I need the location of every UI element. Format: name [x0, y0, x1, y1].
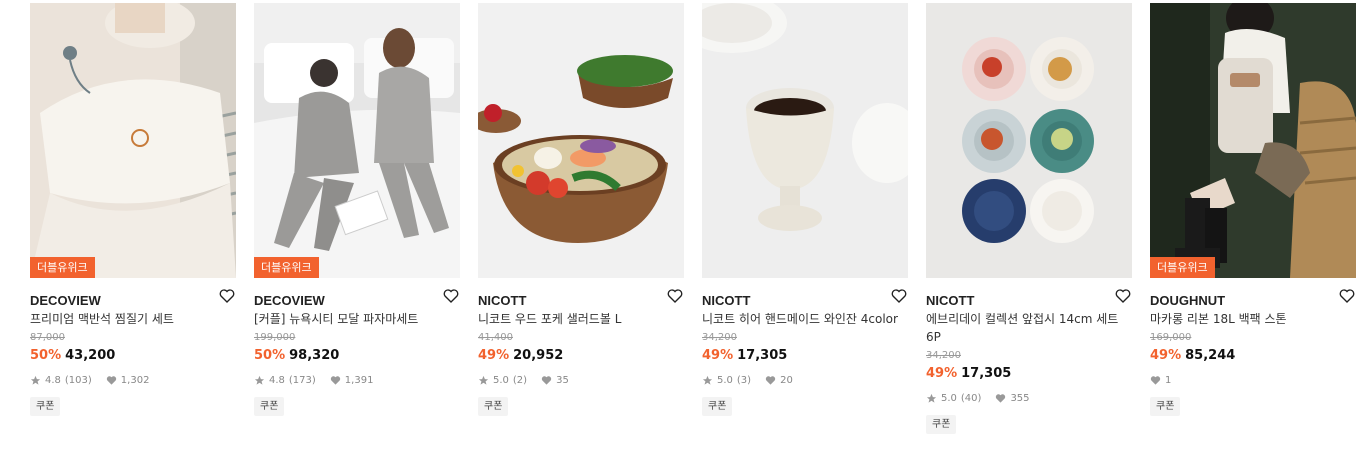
sale-price: 43,200 [65, 348, 116, 363]
product-card[interactable]: 더블유위크 DECOVIEW [커플] 뉴욕시티 모달 파자마세트 199,00… [254, 3, 460, 416]
product-card[interactable]: NICOTT 에브리데이 컬렉션 앞접시 14cm 세트 6P 34,200 4… [926, 3, 1132, 434]
brand-name[interactable]: NICOTT [926, 293, 974, 308]
heart-icon[interactable] [442, 287, 460, 305]
review-count: (103) [64, 374, 92, 386]
product-image[interactable] [478, 3, 684, 278]
like-count: 355 [1010, 392, 1030, 404]
original-price: 169,000 [1150, 332, 1192, 343]
original-price: 87,000 [30, 332, 65, 343]
like-count: 1,391 [344, 374, 374, 386]
like-count: 1,302 [120, 374, 150, 386]
sale-price: 17,305 [737, 348, 788, 363]
discount-rate: 49% [478, 348, 510, 363]
discount-rate: 50% [30, 348, 62, 363]
product-card[interactable]: NICOTT 니코트 우드 포케 샐러드볼 L 41,400 49% 20,952… [478, 3, 684, 416]
heart-icon[interactable] [890, 287, 908, 305]
heart-filled-icon [330, 375, 340, 385]
event-badge: 더블유위크 [30, 257, 95, 278]
product-grid: 더블유위크 DECOVIEW 프리미엄 맥반석 찜질기 세트 87,000 50… [0, 0, 1365, 455]
discount-rate: 50% [254, 348, 286, 363]
heart-filled-icon [765, 375, 776, 385]
product-card[interactable]: 더블유위크 DOUGHNUT 마카롱 리본 18L 백팩 스톤 169,000 … [1150, 3, 1356, 416]
sale-price: 20,952 [513, 348, 564, 363]
brand-name[interactable]: DECOVIEW [30, 293, 101, 308]
star-icon [30, 375, 41, 385]
blanket-photo-icon [30, 3, 236, 278]
discount-rate: 49% [1150, 348, 1182, 363]
brand-name[interactable]: DECOVIEW [254, 293, 325, 308]
salad-bowl-photo-icon [478, 3, 684, 278]
wine-cup-photo-icon [702, 3, 908, 278]
product-image[interactable]: 더블유위크 [254, 3, 460, 278]
star-icon [478, 375, 489, 385]
star-icon [926, 393, 937, 403]
rating: 5.0 [941, 392, 957, 404]
product-image[interactable]: 더블유위크 [1150, 3, 1356, 278]
like-count: 1 [1165, 374, 1172, 386]
product-title[interactable]: [커플] 뉴욕시티 모달 파자마세트 [254, 310, 460, 328]
heart-icon[interactable] [1338, 287, 1356, 305]
rating: 5.0 [717, 374, 733, 386]
star-icon [254, 375, 265, 385]
product-title[interactable]: 에브리데이 컬렉션 앞접시 14cm 세트 6P [926, 310, 1132, 346]
product-title[interactable]: 마카롱 리본 18L 백팩 스톤 [1150, 310, 1356, 328]
coupon-tag: 쿠폰 [702, 397, 733, 416]
heart-icon[interactable] [666, 287, 684, 305]
review-count: (40) [960, 392, 982, 404]
sale-price: 98,320 [289, 348, 340, 363]
coupon-tag: 쿠폰 [30, 397, 61, 416]
brand-name[interactable]: DOUGHNUT [1150, 293, 1225, 308]
rating: 5.0 [493, 374, 509, 386]
product-image[interactable] [926, 3, 1132, 278]
coupon-tag: 쿠폰 [478, 397, 509, 416]
discount-rate: 49% [702, 348, 734, 363]
product-title[interactable]: 니코트 히어 핸드메이드 와인잔 4color [702, 310, 908, 328]
heart-filled-icon [996, 393, 1006, 403]
coupon-tag: 쿠폰 [1150, 397, 1181, 416]
plates-photo-icon [926, 3, 1132, 278]
product-image[interactable] [702, 3, 908, 278]
event-badge: 더블유위크 [1150, 257, 1215, 278]
heart-icon[interactable] [218, 287, 236, 305]
sale-price: 17,305 [961, 366, 1012, 381]
review-count: (2) [512, 374, 528, 386]
rating: 4.8 [269, 374, 285, 386]
review-count: (173) [288, 374, 316, 386]
pajama-couple-photo-icon [254, 3, 460, 278]
product-image[interactable]: 더블유위크 [30, 3, 236, 278]
discount-rate: 49% [926, 366, 958, 381]
heart-filled-icon [541, 375, 552, 385]
original-price: 199,000 [254, 332, 296, 343]
product-card[interactable]: 더블유위크 DECOVIEW 프리미엄 맥반석 찜질기 세트 87,000 50… [30, 3, 236, 416]
event-badge: 더블유위크 [254, 257, 319, 278]
original-price: 34,200 [926, 350, 961, 361]
star-icon [702, 375, 713, 385]
like-count: 35 [556, 374, 569, 386]
product-title[interactable]: 프리미엄 맥반석 찜질기 세트 [30, 310, 236, 328]
brand-name[interactable]: NICOTT [478, 293, 526, 308]
original-price: 41,400 [478, 332, 513, 343]
original-price: 34,200 [702, 332, 737, 343]
coupon-tag: 쿠폰 [254, 397, 285, 416]
backpack-photo-icon [1150, 3, 1356, 278]
heart-filled-icon [1150, 375, 1161, 385]
product-title[interactable]: 니코트 우드 포케 샐러드볼 L [478, 310, 684, 328]
sale-price: 85,244 [1185, 348, 1236, 363]
coupon-tag: 쿠폰 [926, 415, 957, 434]
like-count: 20 [780, 374, 793, 386]
heart-icon[interactable] [1114, 287, 1132, 305]
rating: 4.8 [45, 374, 61, 386]
brand-name[interactable]: NICOTT [702, 293, 750, 308]
product-card[interactable]: NICOTT 니코트 히어 핸드메이드 와인잔 4color 34,200 49… [702, 3, 908, 416]
heart-filled-icon [106, 375, 116, 385]
review-count: (3) [736, 374, 752, 386]
